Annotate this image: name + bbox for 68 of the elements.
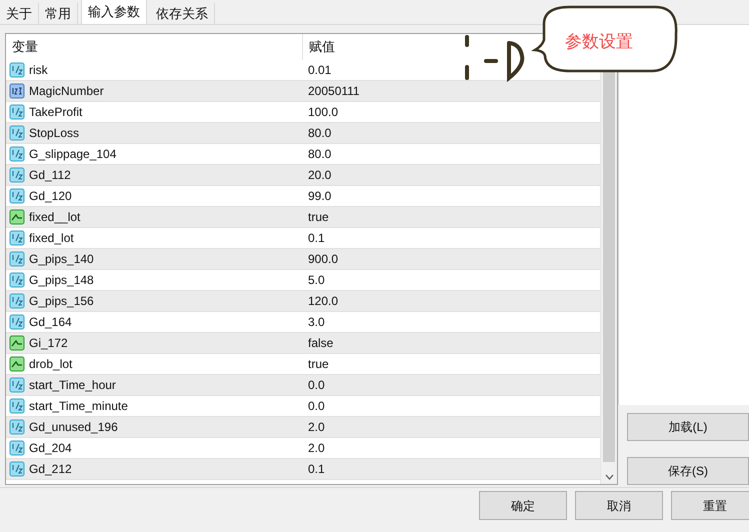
value-cell[interactable]: 2.0 <box>302 418 600 436</box>
toggle-chart-icon <box>9 209 25 225</box>
half-fraction-icon <box>9 440 25 456</box>
half-fraction-icon <box>9 125 25 141</box>
half-fraction-icon <box>9 146 25 162</box>
value-cell[interactable]: 900.0 <box>302 250 600 268</box>
value-cell[interactable]: 100.0 <box>302 103 600 121</box>
side-button[interactable]: 保存(S) <box>627 457 749 485</box>
grin-emoticon-tooltip <box>462 34 526 82</box>
variable-name: Gd_204 <box>29 440 72 457</box>
dialog-button[interactable]: 取消 <box>575 491 663 520</box>
value-cell[interactable]: 0.0 <box>302 397 600 415</box>
variable-name: StopLoss <box>29 125 80 142</box>
variable-name: start_Time_hour <box>29 377 116 394</box>
half-fraction-icon <box>9 104 25 120</box>
tab[interactable]: 输入参数 <box>81 0 147 24</box>
toggle-chart-icon <box>9 356 25 372</box>
half-fraction-icon <box>9 188 25 204</box>
value-cell[interactable]: 20.0 <box>302 166 600 184</box>
variable-name: G_pips_140 <box>29 251 94 268</box>
value-cell[interactable]: true <box>302 355 600 373</box>
variable-name: drob_lot <box>29 356 72 373</box>
value-cell[interactable]: 20050111 <box>302 82 600 100</box>
variable-name: risk <box>29 62 48 79</box>
variable-name: G_pips_156 <box>29 293 94 310</box>
value-cell[interactable]: true <box>302 208 600 226</box>
variable-name: TakeProfit <box>29 104 82 121</box>
half-fraction-icon <box>9 230 25 246</box>
value-cell[interactable]: 0.1 <box>302 229 600 247</box>
variable-name: fixed_lot <box>29 230 74 247</box>
half-fraction-icon <box>9 62 25 78</box>
half-fraction-icon <box>9 251 25 267</box>
value-cell[interactable]: 0.1 <box>302 460 600 478</box>
value-cell[interactable]: 80.0 <box>302 124 600 142</box>
value-cell[interactable]: 80.0 <box>302 145 600 163</box>
dialog-button[interactable]: 重置 <box>671 491 749 520</box>
half-fraction-icon <box>9 419 25 435</box>
value-cell[interactable]: 3.0 <box>302 313 600 331</box>
value-cell[interactable]: 5.0 <box>302 271 600 289</box>
variable-name: Gi_172 <box>29 335 68 352</box>
value-cell[interactable]: 120.0 <box>302 292 600 310</box>
half-fraction-icon <box>9 377 25 393</box>
half-fraction-icon <box>9 293 25 309</box>
half-fraction-icon <box>9 272 25 288</box>
variable-name: G_pips_148 <box>29 272 94 289</box>
dialog-button[interactable]: 确定 <box>479 491 567 520</box>
scroll-down-icon[interactable] <box>604 474 614 480</box>
value-cell[interactable]: 0.0 <box>302 376 600 394</box>
variable-name: Gd_212 <box>29 461 72 478</box>
column-header[interactable]: 变量 <box>6 34 302 60</box>
half-fraction-icon <box>9 167 25 183</box>
value-cell[interactable]: 99.0 <box>302 187 600 205</box>
half-fraction-icon <box>9 314 25 330</box>
half-fraction-icon <box>9 398 25 414</box>
variable-name: G_slippage_104 <box>29 146 116 163</box>
variable-name: Gd_unused_196 <box>29 419 118 436</box>
variable-name: Gd_112 <box>29 167 71 184</box>
variable-name: Gd_164 <box>29 314 72 331</box>
side-button[interactable]: 加载(L) <box>627 413 749 441</box>
variable-name: MagicNumber <box>29 83 104 100</box>
variable-name: Gd_120 <box>29 188 72 205</box>
value-cell[interactable]: 2.0 <box>302 439 600 457</box>
variable-name: fixed__lot <box>29 209 80 226</box>
half-fraction-icon <box>9 461 25 477</box>
value-cell[interactable]: false <box>302 334 600 352</box>
number-icon <box>9 83 25 99</box>
toggle-chart-icon <box>9 335 25 351</box>
variable-name: start_Time_minute <box>29 398 128 415</box>
